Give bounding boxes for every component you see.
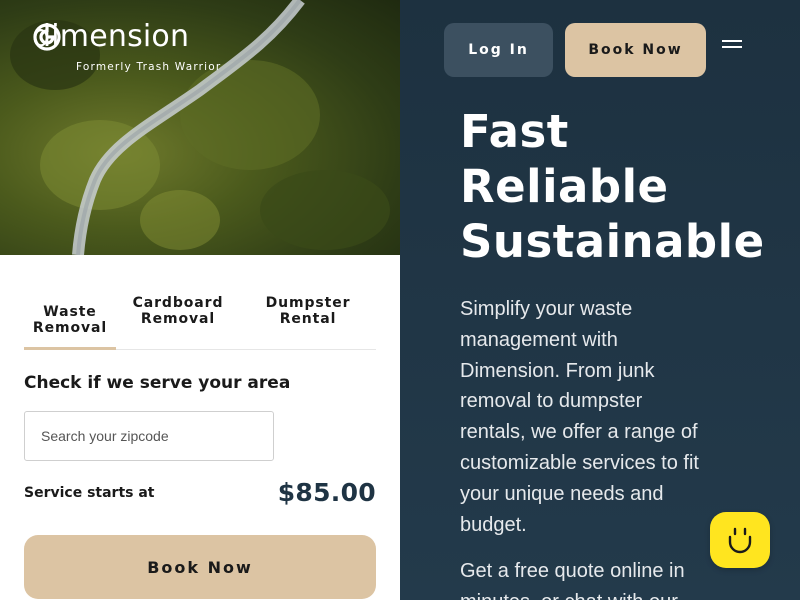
- hero-aerial-image: dimension Formerly Trash Warrior: [0, 0, 400, 255]
- tab-dumpster-rental[interactable]: Dumpster Rental: [240, 295, 376, 349]
- headline-line: Sustainable: [460, 215, 765, 268]
- hero-headline: Fast Reliable Sustainable: [460, 104, 765, 269]
- hamburger-menu-icon[interactable]: [722, 40, 742, 56]
- header-book-now-button[interactable]: Book Now: [565, 23, 706, 77]
- hero-description: Simplify your waste management with Dime…: [460, 298, 699, 536]
- smiley-chat-icon: [728, 527, 752, 554]
- service-check-panel: Waste Removal Cardboard Removal Dumpster…: [0, 255, 400, 600]
- service-tabs: Waste Removal Cardboard Removal Dumpster…: [24, 295, 376, 350]
- brand-tagline: Formerly Trash Warrior: [76, 61, 222, 73]
- headline-line: Fast: [460, 105, 569, 158]
- brand-logo[interactable]: dimension: [32, 22, 189, 52]
- headline-line: Reliable: [460, 160, 669, 213]
- hero-description-secondary: Get a free quote online in minutes, or c…: [460, 560, 685, 600]
- chat-widget-button[interactable]: [710, 512, 770, 568]
- tab-waste-removal[interactable]: Waste Removal: [24, 295, 116, 350]
- starting-price: $85.00: [277, 478, 376, 507]
- login-button[interactable]: Log In: [444, 23, 553, 77]
- check-area-title: Check if we serve your area: [24, 373, 291, 393]
- tab-label: Cardboard Removal: [132, 295, 224, 327]
- hero-content: Log In Book Now Fast Reliable Sustainabl…: [400, 0, 800, 600]
- service-starts-label: Service starts at: [24, 485, 155, 501]
- zipcode-search-input[interactable]: [24, 411, 274, 461]
- tab-cardboard-removal[interactable]: Cardboard Removal: [116, 295, 240, 349]
- book-now-button[interactable]: Book Now: [24, 535, 376, 599]
- dimension-logo-icon: [33, 23, 61, 51]
- tab-label: Dumpster Rental: [265, 295, 351, 327]
